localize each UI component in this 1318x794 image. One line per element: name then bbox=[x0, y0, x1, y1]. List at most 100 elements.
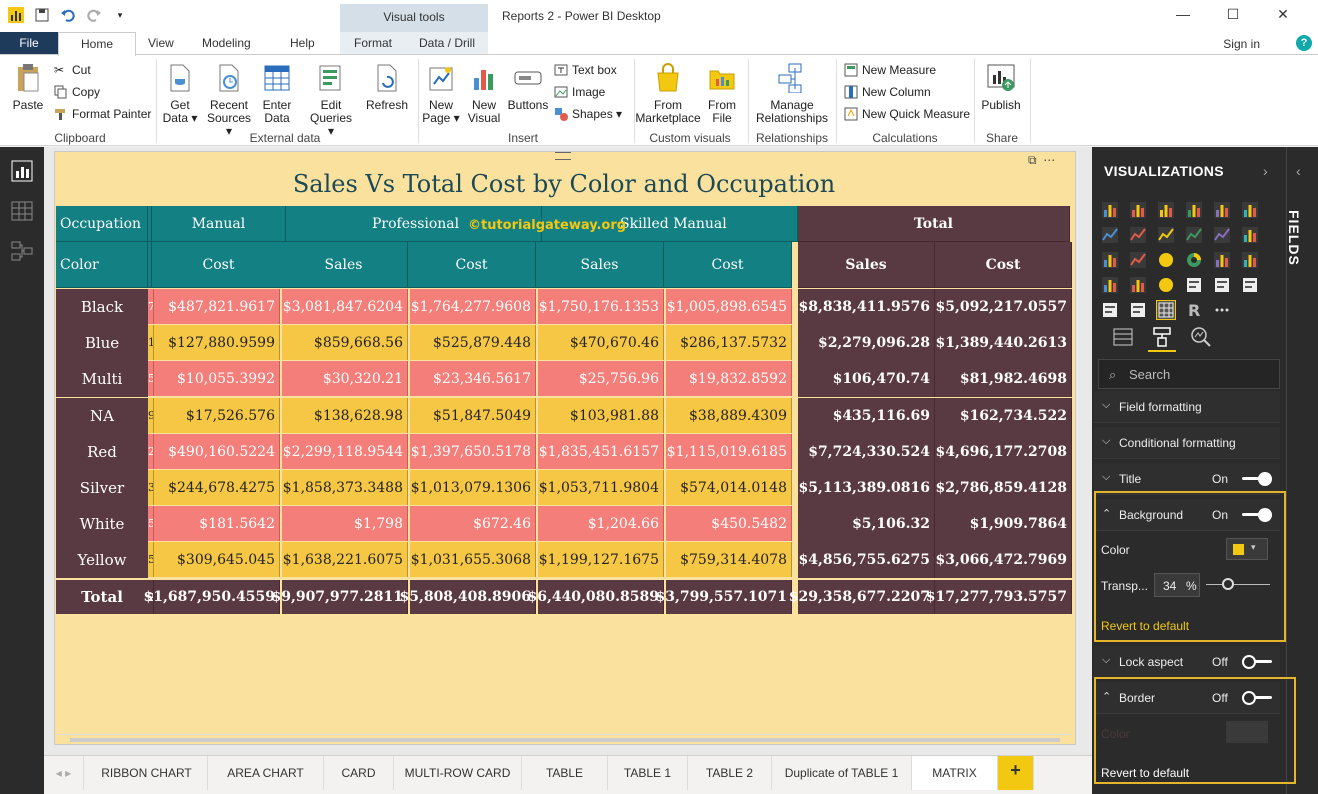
new-column-button[interactable]: New Column bbox=[844, 85, 931, 99]
report-view-icon[interactable] bbox=[10, 159, 34, 183]
column-header-sales[interactable]: Sales bbox=[536, 242, 664, 288]
collapse-visualizations-icon[interactable]: › bbox=[1263, 163, 1268, 179]
data-cell[interactable]: $1,053,711.9804 bbox=[538, 470, 664, 505]
from-file-button[interactable]: From File bbox=[704, 61, 740, 125]
total-cell[interactable]: $5,113,389.0816 bbox=[798, 470, 935, 506]
clustered-column-icon[interactable] bbox=[1185, 201, 1203, 219]
row-header[interactable]: Blue bbox=[56, 325, 148, 361]
total-cell[interactable]: $4,856,755.6275 bbox=[798, 542, 935, 578]
data-cell[interactable]: $1,638,221.6075 bbox=[282, 542, 408, 577]
tab-home[interactable]: Home bbox=[58, 32, 136, 56]
data-cell[interactable]: $470,670.46 bbox=[538, 325, 664, 360]
page-tab-table-2[interactable]: TABLE 2 bbox=[688, 756, 772, 790]
color-header[interactable]: Color bbox=[56, 242, 148, 288]
data-cell[interactable]: $1,013,079.1306 bbox=[410, 470, 536, 505]
minimize-icon[interactable]: — bbox=[1158, 6, 1208, 23]
total-cell[interactable]: $8,838,411.9576 bbox=[798, 289, 935, 325]
page-tab-multi-row-card[interactable]: MULTI-ROW CARD bbox=[394, 756, 522, 790]
new-measure-button[interactable]: New Measure bbox=[844, 63, 936, 77]
manual-header[interactable]: Manual bbox=[152, 206, 286, 242]
data-cell[interactable]: $487,821.9617 bbox=[154, 289, 280, 324]
data-cell[interactable]: $1,031,655.3068 bbox=[410, 542, 536, 577]
page-tab-matrix[interactable]: MATRIX bbox=[912, 756, 998, 790]
data-view-icon[interactable] bbox=[10, 199, 34, 223]
total-cell[interactable]: $1,389,440.2613 bbox=[935, 325, 1072, 361]
add-page-button[interactable]: + bbox=[998, 756, 1034, 790]
format-search-input[interactable] bbox=[1129, 366, 1269, 382]
line-column-icon[interactable] bbox=[1185, 226, 1203, 244]
grand-total-cell[interactable]: $6,440,080.8589 bbox=[527, 580, 664, 614]
manage-relationships-button[interactable]: Manage Relationships bbox=[754, 61, 830, 125]
data-cell[interactable]: $490,160.5224 bbox=[154, 434, 280, 469]
data-cell[interactable]: $30,320.21 bbox=[282, 361, 408, 396]
fields-tab-icon[interactable] bbox=[1112, 326, 1134, 348]
column-header-cost[interactable]: Cost bbox=[152, 242, 286, 288]
total-cell[interactable]: $81,982.4698 bbox=[935, 361, 1072, 397]
total-cell[interactable]: $4,696,177.2708 bbox=[935, 434, 1072, 470]
total-column-header-sales[interactable]: Sales bbox=[798, 242, 935, 288]
data-cell[interactable]: $574,014.0148 bbox=[666, 470, 792, 505]
lock-aspect-toggle[interactable] bbox=[1242, 655, 1272, 669]
page-tab-ribbon-chart[interactable]: RIBBON CHART bbox=[86, 756, 208, 790]
column-header-sales[interactable]: Sales bbox=[280, 242, 408, 288]
data-cell[interactable]: $19,832.8592 bbox=[666, 361, 792, 396]
data-cell[interactable]: $450.5482 bbox=[666, 506, 792, 541]
row-header[interactable]: Multi bbox=[56, 361, 148, 397]
data-cell[interactable]: $672.46 bbox=[410, 506, 536, 541]
table-icon[interactable] bbox=[1129, 301, 1147, 319]
data-cell[interactable]: $1,005,898.6545 bbox=[666, 289, 792, 324]
data-cell[interactable]: $525,879.448 bbox=[410, 325, 536, 360]
row-header[interactable]: NA bbox=[56, 398, 148, 434]
area-chart-icon[interactable] bbox=[1129, 226, 1147, 244]
tab-format[interactable]: Format bbox=[354, 36, 392, 50]
gauge-icon[interactable] bbox=[1157, 276, 1175, 294]
multi-row-card-icon[interactable] bbox=[1213, 276, 1231, 294]
row-header[interactable]: Black bbox=[56, 289, 148, 325]
more-options-icon[interactable]: ⋯ bbox=[1043, 153, 1055, 167]
slicer-icon[interactable] bbox=[1101, 301, 1119, 319]
tab-modeling[interactable]: Modeling bbox=[202, 36, 251, 50]
clustered-bar-icon[interactable] bbox=[1157, 201, 1175, 219]
close-icon[interactable]: ✕ bbox=[1258, 6, 1308, 23]
row-header[interactable]: Red bbox=[56, 434, 148, 470]
grand-total-cell[interactable]: $9,907,977.2811 bbox=[271, 580, 408, 614]
total-row-header[interactable]: Total bbox=[56, 580, 148, 614]
row-header[interactable]: Yellow bbox=[56, 542, 148, 578]
new-quick-measure-button[interactable]: New Quick Measure bbox=[844, 107, 970, 121]
data-cell[interactable]: $244,678.4275 bbox=[154, 470, 280, 505]
r-visual-icon[interactable]: R bbox=[1185, 301, 1203, 320]
paste-button[interactable]: Paste bbox=[10, 61, 46, 112]
recent-sources-button[interactable]: Recent Sources ▾ bbox=[204, 61, 254, 138]
data-cell[interactable]: $127,880.9599 bbox=[154, 325, 280, 360]
kpi-icon[interactable] bbox=[1241, 276, 1259, 294]
data-cell[interactable]: $1,397,650.5178 bbox=[410, 434, 536, 469]
format-paint-roller-icon[interactable] bbox=[1151, 326, 1173, 348]
scrollbar-thumb[interactable] bbox=[70, 738, 1060, 742]
new-visual-button[interactable]: New Visual bbox=[464, 61, 504, 125]
edit-queries-button[interactable]: Edit Queries ▾ bbox=[306, 61, 356, 138]
from-marketplace-button[interactable]: From Marketplace bbox=[634, 61, 702, 125]
data-cell[interactable]: $1,115,019.6185 bbox=[666, 434, 792, 469]
data-cell[interactable]: $17,526.576 bbox=[154, 398, 280, 433]
more-visuals-icon[interactable] bbox=[1213, 301, 1231, 319]
visual-drag-handle[interactable] bbox=[555, 152, 571, 160]
total-cell[interactable]: $3,066,472.7969 bbox=[935, 542, 1072, 578]
data-cell[interactable]: $859,668.56 bbox=[282, 325, 408, 360]
total-column-header-cost[interactable]: Cost bbox=[935, 242, 1072, 288]
treemap-icon[interactable] bbox=[1213, 251, 1231, 269]
row-header[interactable]: White bbox=[56, 506, 148, 542]
undo-icon[interactable] bbox=[58, 5, 78, 25]
sign-in-link[interactable]: Sign in bbox=[1223, 37, 1260, 51]
tab-view[interactable]: View bbox=[148, 36, 174, 50]
data-cell[interactable]: $23,346.5617 bbox=[410, 361, 536, 396]
data-cell[interactable]: $759,314.4078 bbox=[666, 542, 792, 577]
total-cell[interactable]: $435,116.69 bbox=[798, 398, 935, 434]
page-tab-table-1[interactable]: TABLE 1 bbox=[608, 756, 688, 790]
occupation-header[interactable]: Occupation bbox=[56, 206, 148, 242]
line-chart-icon[interactable] bbox=[1101, 226, 1119, 244]
data-cell[interactable]: $1,858,373.3488 bbox=[282, 470, 408, 505]
page-tab-table[interactable]: TABLE bbox=[522, 756, 608, 790]
enter-data-button[interactable]: Enter Data bbox=[258, 61, 296, 125]
total-cell[interactable]: $106,470.74 bbox=[798, 361, 935, 397]
title-toggle[interactable] bbox=[1242, 472, 1272, 486]
